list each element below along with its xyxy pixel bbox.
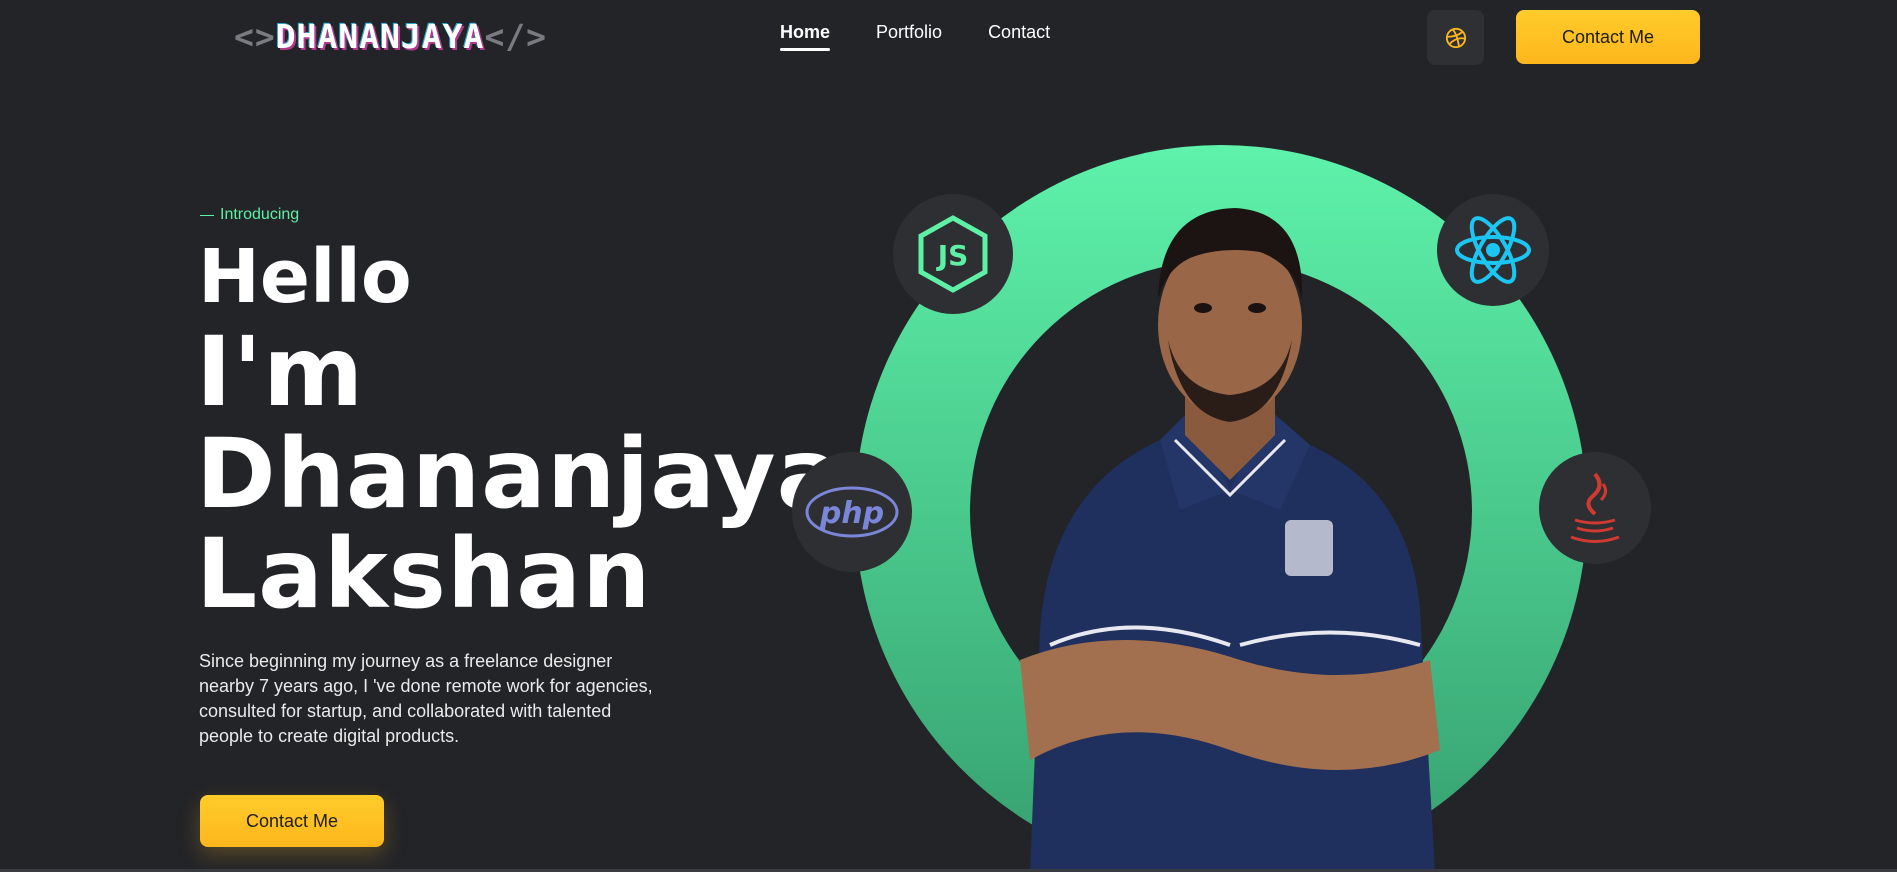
react-icon (1455, 216, 1531, 284)
java-badge (1539, 452, 1651, 564)
logo-open-bracket: <> (234, 16, 276, 56)
php-label: php (819, 496, 884, 531)
nav-contact[interactable]: Contact (988, 22, 1050, 51)
hero-im: I'm (196, 316, 365, 428)
dribbble-button[interactable] (1427, 10, 1484, 65)
logo-name: DHANANJAYA (275, 16, 485, 56)
intro-dash (200, 214, 214, 216)
hero-last-name: Lakshan (196, 518, 652, 630)
hero-first-name: Dhananjaya (196, 418, 843, 530)
header-contact-button[interactable]: Contact Me (1516, 10, 1700, 64)
hero-hello: Hello (198, 234, 412, 320)
nav-portfolio[interactable]: Portfolio (876, 22, 942, 51)
nav-home[interactable]: Home (780, 22, 831, 51)
java-icon (1570, 472, 1620, 543)
php-icon: php (805, 486, 899, 538)
intro-text: Introducing (220, 206, 300, 223)
site-header: <> DHANANJAYA </> Home Portfolio Contact… (0, 0, 1897, 72)
php-badge: php (792, 452, 912, 572)
hero-contact-button[interactable]: Contact Me (200, 795, 384, 847)
intro-label: Introducing (200, 206, 299, 224)
dribbble-icon (1445, 27, 1466, 48)
nodejs-icon: JS (918, 215, 988, 293)
logo[interactable]: <> DHANANJAYA </> (234, 14, 547, 58)
react-badge (1437, 194, 1549, 306)
hero-description: Since beginning my journey as a freelanc… (199, 651, 653, 746)
nodejs-label: JS (936, 239, 969, 272)
profile-photo (1020, 208, 1440, 872)
logo-close-bracket: </> (484, 16, 548, 56)
main-nav: Home Portfolio Contact (780, 22, 1050, 51)
nodejs-badge: JS (893, 194, 1013, 314)
